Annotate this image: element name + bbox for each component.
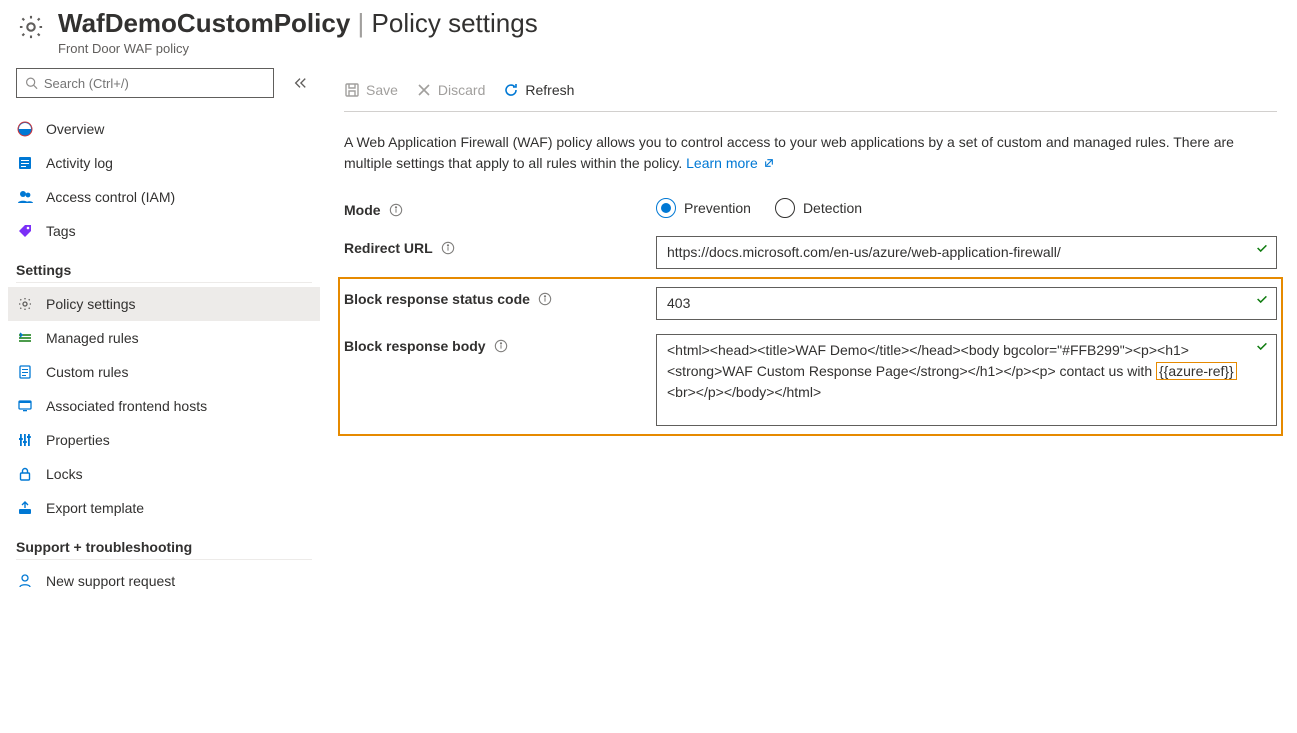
collapse-sidebar-button[interactable] [288, 71, 312, 95]
status-code-label: Block response status code [344, 291, 530, 307]
sidebar-group-settings: Settings [16, 248, 312, 283]
export-icon [16, 499, 34, 517]
row-response-body: Block response body <html><head><title>W… [344, 334, 1277, 426]
page-title: WafDemoCustomPolicy | Policy settings [58, 8, 538, 39]
frontend-icon [16, 397, 34, 415]
log-icon [16, 154, 34, 172]
check-icon [1255, 339, 1269, 353]
sidebar-item-iam[interactable]: Access control (IAM) [8, 180, 320, 214]
sidebar-item-properties[interactable]: Properties [8, 423, 320, 457]
row-mode: Mode Prevention Detection [344, 198, 1277, 218]
highlight-region: Block response status code Block respons… [338, 277, 1283, 436]
sidebar-item-overview[interactable]: Overview [8, 112, 320, 146]
search-input-wrap[interactable] [16, 68, 274, 98]
sidebar-item-label: Managed rules [46, 330, 139, 346]
redirect-label: Redirect URL [344, 240, 433, 256]
sidebar-item-label: Overview [46, 121, 104, 137]
custom-rules-icon [16, 363, 34, 381]
intro-text: A Web Application Firewall (WAF) policy … [344, 132, 1277, 174]
radio-prevention[interactable]: Prevention [656, 198, 751, 218]
sidebar-item-label: Locks [46, 466, 83, 482]
search-input[interactable] [44, 76, 265, 91]
sidebar-item-label: Activity log [46, 155, 113, 171]
sidebar-item-label: Tags [46, 223, 76, 239]
sidebar-item-support-request[interactable]: New support request [8, 564, 320, 598]
row-redirect-url: Redirect URL [344, 236, 1277, 269]
properties-icon [16, 431, 34, 449]
page-header: WafDemoCustomPolicy | Policy settings Fr… [0, 0, 1297, 68]
sidebar-item-label: Policy settings [46, 296, 135, 312]
info-icon[interactable] [441, 241, 455, 255]
info-icon[interactable] [389, 203, 403, 217]
info-icon[interactable] [538, 292, 552, 306]
sidebar-item-locks[interactable]: Locks [8, 457, 320, 491]
row-status-code: Block response status code [344, 287, 1277, 320]
check-icon [1255, 292, 1269, 306]
sidebar-group-support: Support + troubleshooting [16, 525, 312, 560]
refresh-icon [503, 82, 519, 98]
response-body-input[interactable]: <html><head><title>WAF Demo</title></hea… [656, 334, 1277, 426]
sidebar-item-label: Access control (IAM) [46, 189, 175, 205]
info-icon[interactable] [494, 339, 508, 353]
tag-icon [16, 222, 34, 240]
status-code-input[interactable] [656, 287, 1277, 320]
sidebar-item-custom-rules[interactable]: Custom rules [8, 355, 320, 389]
sidebar: Overview Activity log Access control (IA… [0, 68, 320, 598]
save-button[interactable]: Save [344, 82, 398, 98]
managed-rules-icon [16, 329, 34, 347]
support-icon [16, 572, 34, 590]
lock-icon [16, 465, 34, 483]
sidebar-item-activity-log[interactable]: Activity log [8, 146, 320, 180]
sidebar-item-managed-rules[interactable]: Managed rules [8, 321, 320, 355]
radio-detection[interactable]: Detection [775, 198, 862, 218]
page-subtitle: Front Door WAF policy [58, 41, 538, 56]
sidebar-item-frontend-hosts[interactable]: Associated frontend hosts [8, 389, 320, 423]
discard-icon [416, 82, 432, 98]
sidebar-item-label: Export template [46, 500, 144, 516]
sidebar-item-label: Properties [46, 432, 110, 448]
refresh-button[interactable]: Refresh [503, 82, 574, 98]
sidebar-item-label: Associated frontend hosts [46, 398, 207, 414]
redirect-url-input[interactable] [656, 236, 1277, 269]
gear-icon [16, 295, 34, 313]
discard-button[interactable]: Discard [416, 82, 485, 98]
main-content: Save Discard Refresh A Web Application F… [320, 68, 1297, 598]
overview-icon [16, 120, 34, 138]
save-icon [344, 82, 360, 98]
learn-more-link[interactable]: Learn more [686, 155, 773, 171]
sidebar-item-label: Custom rules [46, 364, 128, 380]
check-icon [1255, 241, 1269, 255]
iam-icon [16, 188, 34, 206]
sidebar-item-label: New support request [46, 573, 175, 589]
search-icon [25, 76, 38, 90]
toolbar: Save Discard Refresh [344, 68, 1277, 112]
sidebar-item-policy-settings[interactable]: Policy settings [8, 287, 320, 321]
mode-label: Mode [344, 202, 381, 218]
azure-ref-placeholder: {{azure-ref}} [1156, 362, 1237, 380]
response-body-label: Block response body [344, 338, 486, 354]
gear-icon [16, 12, 46, 42]
sidebar-item-export-template[interactable]: Export template [8, 491, 320, 525]
sidebar-item-tags[interactable]: Tags [8, 214, 320, 248]
